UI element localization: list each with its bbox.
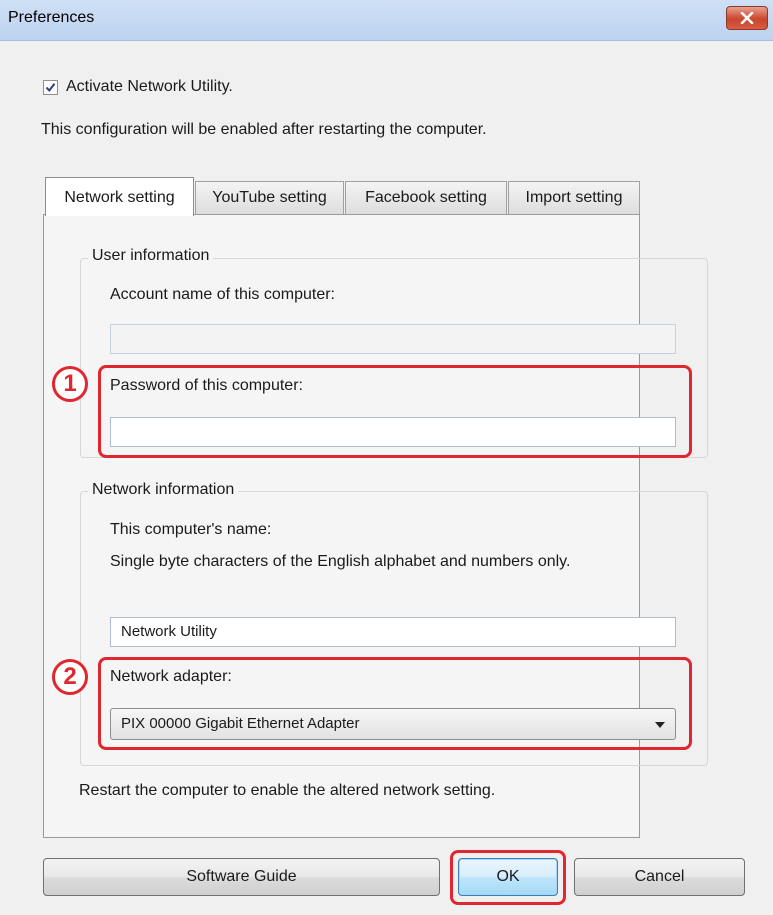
tab-youtube-setting[interactable]: YouTube setting [195, 181, 344, 215]
cancel-button[interactable]: Cancel [574, 858, 745, 896]
tab-facebook-setting[interactable]: Facebook setting [345, 181, 507, 215]
restart-network-note: Restart the computer to enable the alter… [79, 782, 496, 799]
user-information-legend: User information [88, 247, 214, 265]
network-adapter-label: Network adapter: [110, 668, 232, 685]
ok-button[interactable]: OK [458, 858, 558, 896]
callout-2: 2 [52, 659, 88, 695]
password-label: Password of this computer: [110, 377, 303, 394]
computer-name-hint: Single byte characters of the English al… [110, 553, 571, 570]
computer-name-field[interactable]: Network Utility [110, 617, 676, 647]
activate-label[interactable]: Activate Network Utility. [66, 78, 233, 96]
computer-name-label: This computer's name: [110, 521, 272, 538]
window-title: Preferences [8, 9, 95, 26]
software-guide-button[interactable]: Software Guide [43, 858, 440, 896]
account-name-label: Account name of this computer: [110, 286, 335, 303]
account-name-field [110, 324, 676, 354]
checkmark-icon [45, 83, 56, 93]
tab-network-setting[interactable]: Network setting [45, 177, 194, 216]
password-field[interactable] [110, 417, 676, 447]
activate-checkbox[interactable] [43, 80, 58, 95]
network-adapter-value: PIX 00000 Gigabit Ethernet Adapter [121, 715, 360, 732]
close-icon [740, 12, 754, 24]
title-bar: Preferences [0, 0, 773, 41]
close-button[interactable] [726, 6, 768, 30]
network-information-legend: Network information [88, 481, 239, 499]
tab-import-setting[interactable]: Import setting [508, 181, 640, 215]
network-adapter-select[interactable]: PIX 00000 Gigabit Ethernet Adapter [110, 708, 676, 740]
callout-1: 1 [52, 366, 88, 402]
dropdown-arrow-icon [655, 722, 665, 728]
restart-config-note: This configuration will be enabled after… [41, 121, 487, 138]
preferences-dialog: Preferences Activate Network Utility. Th… [0, 0, 773, 915]
